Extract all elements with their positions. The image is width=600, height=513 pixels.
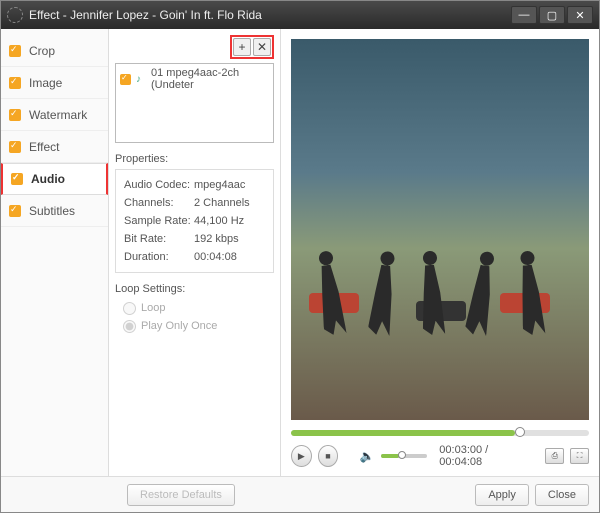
time-display: 00:03:00 / 00:04:08: [439, 444, 528, 468]
radio-label: Play Only Once: [141, 317, 217, 335]
tab-effect[interactable]: Effect: [1, 131, 108, 163]
check-icon: [11, 173, 23, 185]
preview-panel: ▶ ■ 🔈 00:03:00 / 00:04:08 ⎙ ⛶: [281, 29, 599, 476]
play-button[interactable]: ▶: [291, 445, 312, 467]
check-icon: [9, 205, 21, 217]
prop-value: 192 kbps: [194, 230, 239, 248]
prop-row: Channels:2 Channels: [124, 194, 265, 212]
music-note-icon: ♪: [136, 74, 147, 85]
scene-element: [360, 250, 400, 353]
seek-bar[interactable]: [291, 430, 589, 436]
check-icon: [9, 141, 21, 153]
snapshot-button[interactable]: ⎙: [545, 448, 564, 464]
tab-label: Effect: [29, 140, 59, 154]
volume-knob[interactable]: [398, 451, 406, 459]
tab-watermark[interactable]: Watermark: [1, 99, 108, 131]
maximize-button[interactable]: ▢: [539, 6, 565, 24]
fullscreen-button[interactable]: ⛶: [570, 448, 589, 464]
scene-element: [457, 250, 501, 353]
volume-icon[interactable]: 🔈: [360, 449, 375, 463]
prop-value: 44,100 Hz: [194, 212, 244, 230]
prop-label: Channels:: [124, 194, 194, 212]
close-window-button[interactable]: ✕: [567, 6, 593, 24]
app-icon: [7, 7, 23, 23]
tab-label: Watermark: [29, 108, 87, 122]
window-title: Effect - Jennifer Lopez - Goin' In ft. F…: [29, 8, 262, 22]
prop-row: Audio Codec:mpeg4aac: [124, 176, 265, 194]
minimize-button[interactable]: —: [511, 6, 537, 24]
prop-row: Bit Rate:192 kbps: [124, 230, 265, 248]
prop-value: 2 Channels: [194, 194, 250, 212]
volume-fill: [381, 454, 400, 458]
tab-label: Audio: [31, 172, 65, 186]
track-item[interactable]: ♪ 01 mpeg4aac-2ch (Undeter: [116, 64, 273, 94]
close-button[interactable]: Close: [535, 484, 589, 506]
scene-element: [509, 250, 549, 353]
track-label: 01 mpeg4aac-2ch (Undeter: [151, 67, 269, 91]
player-controls: ▶ ■ 🔈 00:03:00 / 00:04:08 ⎙ ⛶: [291, 444, 589, 468]
titlebar: Effect - Jennifer Lopez - Goin' In ft. F…: [1, 1, 599, 29]
tab-crop[interactable]: Crop: [1, 35, 108, 67]
prop-label: Sample Rate:: [124, 212, 194, 230]
apply-button[interactable]: Apply: [475, 484, 529, 506]
restore-defaults-button[interactable]: Restore Defaults: [127, 484, 235, 506]
prop-value: mpeg4aac: [194, 176, 245, 194]
tab-audio[interactable]: Audio: [1, 163, 108, 195]
stop-button[interactable]: ■: [318, 445, 339, 467]
video-frame: [291, 39, 589, 420]
add-track-button[interactable]: +: [233, 38, 251, 56]
check-icon: [9, 77, 21, 89]
prop-row: Sample Rate:44,100 Hz: [124, 212, 265, 230]
tab-label: Crop: [29, 44, 55, 58]
footer: Restore Defaults Apply Close: [1, 476, 599, 512]
properties-title: Properties:: [115, 153, 274, 165]
play-once-radio[interactable]: Play Only Once: [123, 317, 266, 335]
tab-label: Subtitles: [29, 204, 75, 218]
tab-label: Image: [29, 76, 62, 90]
prop-label: Duration:: [124, 248, 194, 266]
radio-input[interactable]: [123, 302, 136, 315]
scene-element: [413, 250, 450, 352]
check-icon: [9, 109, 21, 121]
prop-value: 00:04:08: [194, 248, 237, 266]
loop-radio[interactable]: Loop: [123, 299, 266, 317]
remove-track-button[interactable]: ✕: [253, 38, 271, 56]
prop-label: Audio Codec:: [124, 176, 194, 194]
video-preview[interactable]: [291, 39, 589, 420]
audio-panel: + ✕ ♪ 01 mpeg4aac-2ch (Undeter Propertie…: [109, 29, 281, 476]
seek-fill: [291, 430, 515, 436]
radio-label: Loop: [141, 299, 165, 317]
tab-image[interactable]: Image: [1, 67, 108, 99]
check-icon: [120, 74, 131, 85]
check-icon: [9, 45, 21, 57]
prop-row: Duration:00:04:08: [124, 248, 265, 266]
seek-knob[interactable]: [515, 427, 525, 437]
properties-box: Audio Codec:mpeg4aac Channels:2 Channels…: [115, 169, 274, 273]
tab-subtitles[interactable]: Subtitles: [1, 195, 108, 227]
scene-element: [308, 250, 352, 353]
radio-input[interactable]: [123, 320, 136, 333]
prop-label: Bit Rate:: [124, 230, 194, 248]
loop-title: Loop Settings:: [115, 283, 274, 295]
track-list[interactable]: ♪ 01 mpeg4aac-2ch (Undeter: [115, 63, 274, 143]
sidebar: Crop Image Watermark Effect Audio Subtit…: [1, 29, 109, 476]
volume-slider[interactable]: [381, 454, 428, 458]
